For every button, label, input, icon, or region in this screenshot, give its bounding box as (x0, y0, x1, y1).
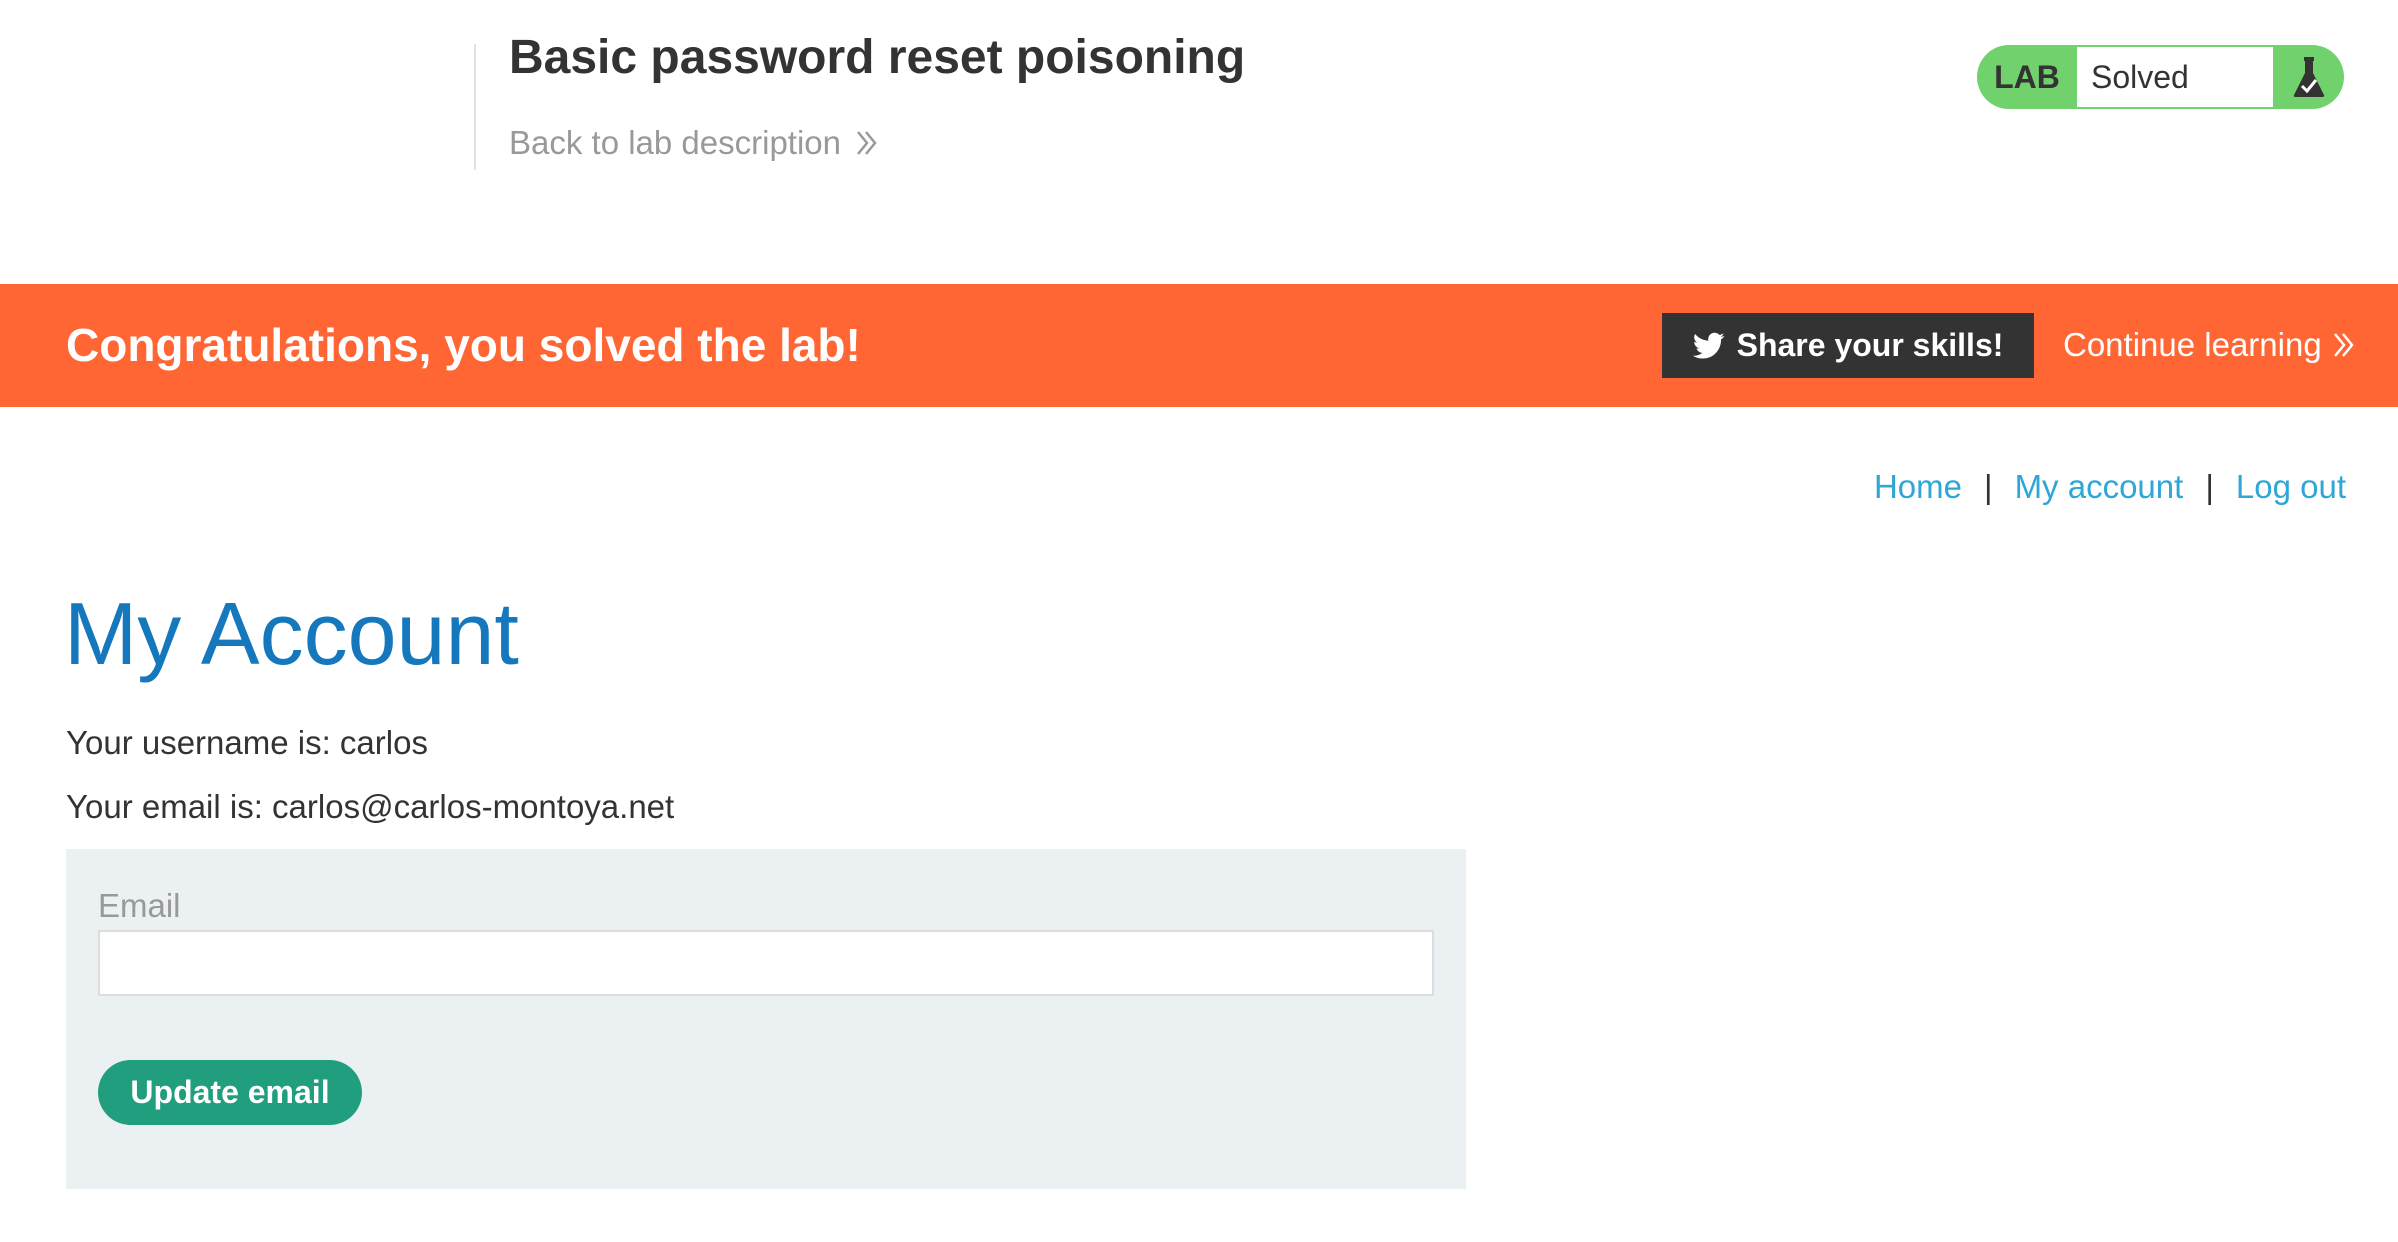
nav-separator: | (2205, 468, 2214, 505)
nav-log-out-link[interactable]: Log out (2236, 468, 2346, 506)
change-email-form: Email Update email (66, 849, 1466, 1189)
email-info: Your email is: carlos@carlos-montoya.net (66, 788, 675, 825)
nav-home-link[interactable]: Home (1874, 468, 1962, 506)
lab-title: Basic password reset poisoning (509, 31, 1246, 84)
nav-separator: | (1983, 468, 1993, 505)
lab-status-text: Solved (2077, 45, 2273, 109)
lab-header: Basic password reset poisoning Back to l… (0, 0, 2398, 284)
email-field-label: Email (98, 887, 181, 924)
lab-solved-banner: Congratulations, you solved the lab! Sha… (0, 284, 2398, 407)
share-button-label: Share your skills! (1736, 327, 2004, 363)
email-input[interactable] (98, 930, 1434, 996)
lab-status-badge: LAB Solved (1977, 45, 2344, 109)
back-link-label: Back to lab description (509, 124, 842, 161)
top-nav: Home | My account | Log out (1874, 468, 2346, 506)
username-info: Your username is: carlos (66, 724, 428, 761)
continue-learning-link[interactable]: Continue learning (2063, 326, 2356, 364)
twitter-bird-icon (1692, 332, 1725, 359)
continue-link-label: Continue learning (2063, 326, 2322, 363)
update-email-button[interactable]: Update email (98, 1060, 362, 1125)
double-chevron-right-icon (2333, 333, 2354, 357)
congratulations-message: Congratulations, you solved the lab! (66, 319, 861, 371)
double-chevron-right-icon (857, 131, 877, 155)
page-title: My Account (64, 584, 519, 683)
back-to-lab-description-link[interactable]: Back to lab description (509, 124, 1245, 162)
nav-my-account-link[interactable]: My account (2015, 468, 2184, 506)
lab-badge-label: LAB (1994, 58, 2060, 95)
share-skills-button[interactable]: Share your skills! (1662, 313, 2034, 378)
flask-check-icon (2273, 45, 2344, 109)
lab-title-block: Basic password reset poisoning Back to l… (474, 34, 1245, 170)
